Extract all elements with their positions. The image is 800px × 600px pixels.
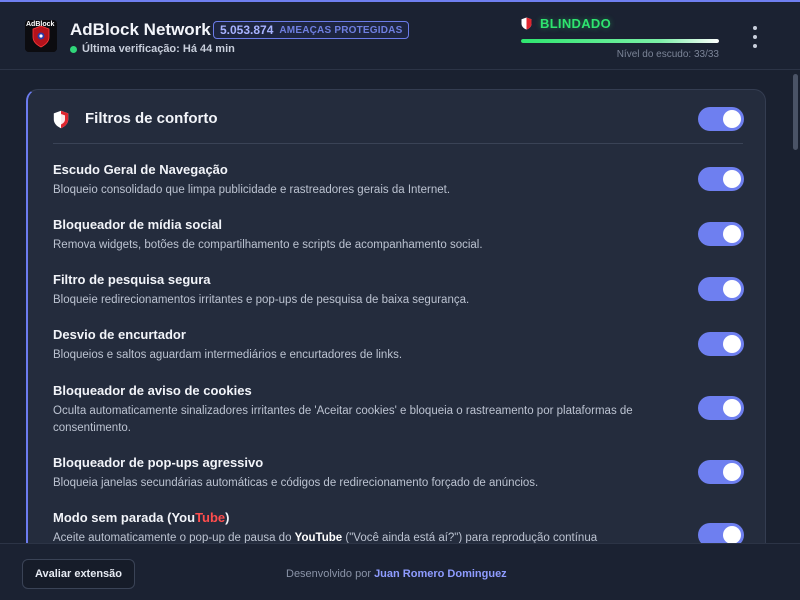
rate-extension-button[interactable]: Avaliar extensão [22,559,135,589]
logo-text: AdBlock [26,21,55,28]
filter-description: Bloqueie redirecionamentos irritantes e … [53,294,470,306]
toggle-knob [723,463,741,481]
footer: Avaliar extensão Desenvolvido por Juan R… [0,543,800,600]
shield-status: BLINDADO [521,16,611,31]
threat-label: AMEAÇAS PROTEGIDAS [279,24,403,36]
kebab-dot [753,26,757,30]
toggle-knob [723,280,741,298]
status-dot-icon [70,45,77,53]
title-accent: Tube [195,510,226,525]
threat-counter-badge: 5.053.874 AMEAÇAS PROTEGIDAS [213,21,410,39]
filter-toggle[interactable] [698,396,744,420]
shield-icon [521,17,532,30]
filter-description: Remova widgets, botões de compartilhamen… [53,239,483,251]
youtube-brand: You [294,532,316,543]
filter-title: Desvio de encurtador [53,327,186,342]
scrollbar[interactable] [793,71,798,543]
filter-row: Bloqueador de mídia social Remova widget… [53,217,743,254]
shield-level-bar [521,39,719,43]
filter-description: Bloqueio consolidado que limpa publicida… [53,184,451,196]
filter-title: Bloqueador de aviso de cookies [53,383,252,398]
app-window: AdBlock AdBlock Network 5.053.874 AMEAÇA… [0,0,800,600]
toggle-knob [723,399,741,417]
youtube-brand-accent: Tube [315,532,343,543]
last-check-status: Última verificação: Há 44 min [70,43,235,55]
filter-toggle[interactable] [698,523,744,543]
filter-title: Escudo Geral de Navegação [53,162,228,177]
toggle-knob [723,225,741,243]
desc-suffix: ("Você ainda está aí?") para reprodução … [342,532,598,543]
credit-prefix: Desenvolvido por [286,568,371,580]
title-prefix: Modo sem parada (You [53,510,196,525]
toggle-knob [723,526,741,543]
filter-title: Filtro de pesquisa segura [53,272,211,287]
toggle-knob [723,170,741,188]
more-vertical-icon[interactable] [747,26,763,48]
section-master-toggle[interactable] [698,107,744,131]
last-check-text: Última verificação: Há 44 min [82,43,235,55]
adblock-logo-icon: AdBlock [25,20,57,52]
app-title: AdBlock Network [70,20,211,39]
card-header: Filtros de conforto [28,90,765,144]
filter-row: Bloqueador de pop-ups agressivo Bloqueia… [53,455,743,492]
filter-description: Oculta automaticamente sinalizadores irr… [53,405,633,434]
filter-description: Bloqueios e saltos aguardam intermediári… [53,349,403,361]
filter-toggle[interactable] [698,460,744,484]
divider [53,143,743,144]
kebab-dot [753,44,757,48]
filter-toggle[interactable] [698,167,744,191]
desc-prefix: Aceite automaticamente o pop-up de pausa… [53,532,295,543]
kebab-dot [753,35,757,39]
shield-level-fill [521,39,719,43]
shield-icon [53,110,69,129]
section-title: Filtros de conforto [85,110,218,127]
header: AdBlock AdBlock Network 5.053.874 AMEAÇA… [0,2,800,70]
filter-row: Modo sem parada (YouTube) Aceite automat… [53,510,743,543]
scrollbar-thumb[interactable] [793,74,798,150]
filter-row: Escudo Geral de Navegação Bloqueio conso… [53,162,743,199]
comfort-filters-card: Filtros de conforto Escudo Geral de Nave… [26,89,766,543]
filter-toggle[interactable] [698,222,744,246]
filter-row: Desvio de encurtador Bloqueios e saltos … [53,327,743,364]
filter-toggle[interactable] [698,277,744,301]
filter-row: Filtro de pesquisa segura Bloqueie redir… [53,272,743,309]
filter-title: Modo sem parada (YouTube) [53,510,743,526]
title-suffix: ) [225,510,230,525]
toggle-knob [723,110,741,128]
filter-row: Bloqueador de aviso de cookies Oculta au… [53,383,743,437]
filter-description: Bloqueia janelas secundárias automáticas… [53,477,539,489]
shield-level-text: Nível do escudo: 33/33 [616,49,719,60]
filter-title: Bloqueador de pop-ups agressivo [53,455,264,470]
toggle-knob [723,335,741,353]
filter-description: Aceite automaticamente o pop-up de pausa… [53,530,653,543]
developer-credit: Desenvolvido por Juan Romero Dominguez [286,568,507,580]
scroll-content[interactable]: Filtros de conforto Escudo Geral de Nave… [0,71,800,543]
status-text: BLINDADO [540,16,612,31]
filter-toggle[interactable] [698,332,744,356]
filter-title: Bloqueador de mídia social [53,217,223,232]
developer-name-link[interactable]: Juan Romero Dominguez [374,568,507,580]
threat-count: 5.053.874 [220,23,274,37]
